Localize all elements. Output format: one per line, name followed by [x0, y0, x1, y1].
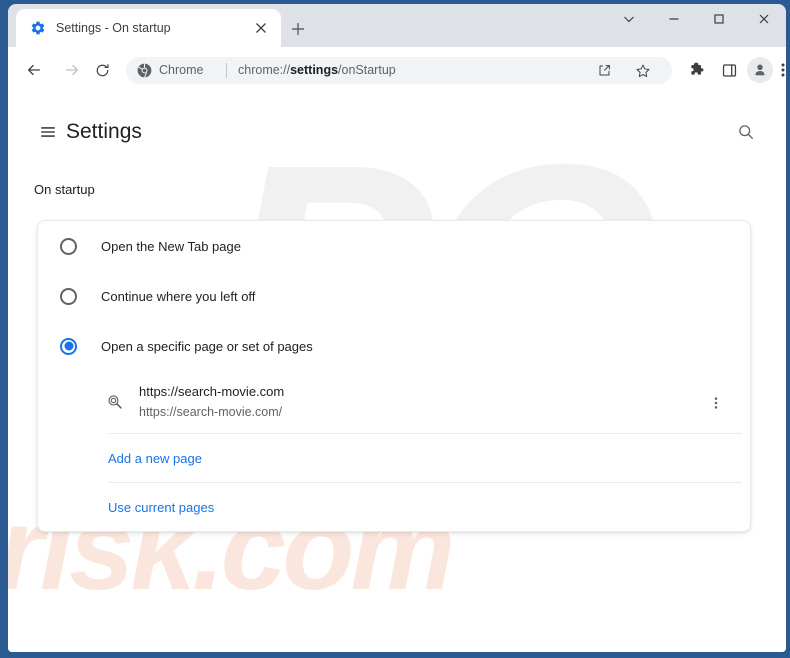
close-icon[interactable] [741, 4, 786, 34]
window-controls [606, 4, 786, 47]
url-bold: settings [290, 63, 339, 77]
add-new-page-label: Add a new page [108, 450, 202, 466]
omnibox-divider [226, 63, 227, 78]
omnibox-url: chrome://settings/onStartup [238, 57, 396, 84]
chevron-down-icon[interactable] [606, 4, 651, 34]
hamburger-menu-icon[interactable] [32, 116, 64, 148]
share-icon[interactable] [597, 63, 612, 78]
puzzle-piece-icon[interactable] [682, 55, 712, 85]
back-button[interactable] [18, 54, 50, 86]
chrome-logo-icon [137, 63, 152, 78]
radio-option-specific-pages[interactable]: Open a specific page or set of pages [38, 321, 750, 371]
avatar [747, 57, 773, 83]
section-label: On startup [34, 182, 95, 197]
settings-page: PC risk.com Settings On startup [8, 92, 786, 652]
on-startup-card: Open the New Tab page Continue where you… [37, 220, 751, 532]
page-title: Settings [66, 120, 142, 143]
reload-button[interactable] [86, 54, 118, 86]
new-tab-button[interactable] [284, 15, 312, 43]
browser-window-inner: Settings - On startup Chrome chrome://se… [8, 4, 786, 652]
forward-button[interactable] [56, 54, 88, 86]
use-current-pages-label: Use current pages [108, 499, 215, 515]
startup-page-row: https://search-movie.com https://search-… [38, 371, 750, 433]
tab-strip: Settings - On startup [8, 4, 786, 47]
three-dot-menu-icon[interactable] [704, 391, 728, 415]
radio-button[interactable] [60, 237, 77, 255]
address-bar[interactable]: Chrome chrome://settings/onStartup [126, 57, 672, 84]
browser-tab[interactable]: Settings - On startup [16, 9, 281, 47]
minimize-icon[interactable] [651, 4, 696, 34]
radio-button[interactable] [60, 337, 77, 355]
add-new-page-link[interactable]: Add a new page [38, 434, 750, 482]
star-icon[interactable] [635, 63, 650, 78]
url-prefix: chrome:// [238, 63, 291, 77]
omnibox-chrome-label: Chrome [159, 63, 204, 77]
close-icon[interactable] [253, 20, 269, 36]
radio-option-label: Continue where you left off [101, 288, 256, 304]
radio-option-label: Open the New Tab page [101, 238, 241, 254]
three-dot-menu-icon[interactable] [774, 55, 786, 85]
use-current-pages-link[interactable]: Use current pages [38, 483, 750, 531]
side-panel-icon[interactable] [714, 55, 744, 85]
settings-header: Settings [8, 106, 786, 156]
startup-page-url: https://search-movie.com/ [139, 405, 283, 419]
radio-option-label: Open a specific page or set of pages [101, 338, 313, 354]
startup-page-title: https://search-movie.com [139, 384, 285, 399]
radio-button[interactable] [60, 287, 77, 305]
radio-option-continue[interactable]: Continue where you left off [38, 271, 750, 321]
magnifier-favicon [106, 393, 124, 411]
search-icon[interactable] [730, 116, 762, 148]
browser-toolbar: Chrome chrome://settings/onStartup [8, 47, 786, 92]
browser-window: Settings - On startup Chrome chrome://se… [0, 0, 790, 658]
url-suffix: /onStartup [338, 63, 396, 77]
radio-option-new-tab[interactable]: Open the New Tab page [38, 221, 750, 271]
settings-gear-icon [30, 20, 46, 36]
tab-title: Settings - On startup [56, 21, 171, 35]
person-avatar-icon[interactable] [745, 55, 775, 85]
maximize-icon[interactable] [696, 4, 741, 34]
